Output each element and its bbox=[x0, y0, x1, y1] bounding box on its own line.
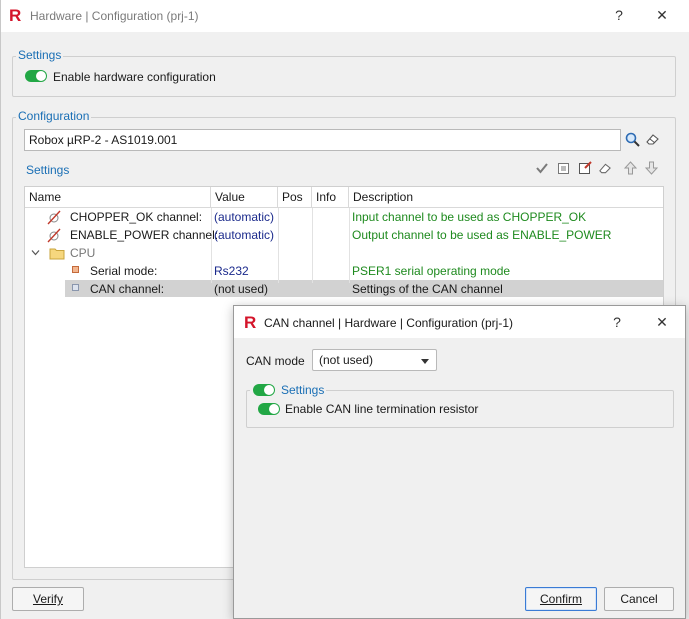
can-channel-dialog: R CAN channel | Hardware | Configuration… bbox=[233, 305, 686, 619]
row-description: Input channel to be used as CHOPPER_OK bbox=[352, 210, 587, 224]
column-header-description[interactable]: Description bbox=[349, 187, 663, 208]
verify-button-label: Verify bbox=[32, 592, 63, 606]
row-value: (not used) bbox=[214, 282, 269, 296]
verify-button[interactable]: Verify bbox=[12, 587, 84, 611]
confirm-button-label: Confirm bbox=[539, 592, 582, 606]
can-mode-value: (not used) bbox=[319, 353, 374, 367]
table-row[interactable]: Serial mode: Rs232 PSER1 serial operatin… bbox=[25, 262, 663, 280]
row-name: ENABLE_POWER channel: bbox=[70, 228, 219, 242]
row-value: Rs232 bbox=[214, 264, 249, 278]
enable-hardware-label: Enable hardware configuration bbox=[53, 70, 216, 84]
termination-resistor-toggle[interactable] bbox=[258, 403, 280, 415]
table-row[interactable]: ENABLE_POWER channel: (automatic) Output… bbox=[25, 226, 663, 244]
row-value: (automatic) bbox=[214, 228, 275, 242]
row-description: PSER1 serial operating mode bbox=[352, 264, 511, 278]
window-title: Hardware | Configuration (prj-1) bbox=[30, 9, 199, 23]
arrow-up-icon[interactable] bbox=[624, 161, 637, 175]
can-settings-toggle[interactable] bbox=[253, 384, 275, 396]
row-description: Settings of the CAN channel bbox=[352, 282, 503, 296]
disabled-channel-icon bbox=[47, 228, 61, 243]
configuration-group-title: Configuration bbox=[16, 109, 92, 123]
column-header-name[interactable]: Name bbox=[25, 187, 211, 208]
bullet-orange-icon bbox=[72, 266, 79, 273]
dialog-help-button[interactable]: ? bbox=[607, 314, 627, 330]
eraser-icon[interactable] bbox=[645, 133, 660, 146]
table-row[interactable]: CHOPPER_OK channel: (automatic) Input ch… bbox=[25, 208, 663, 226]
arrow-down-icon[interactable] bbox=[645, 161, 658, 175]
row-description: Output channel to be used as ENABLE_POWE… bbox=[352, 228, 612, 242]
disabled-channel-icon bbox=[47, 210, 61, 225]
row-name: CHOPPER_OK channel: bbox=[70, 210, 203, 224]
row-value: (automatic) bbox=[214, 210, 275, 224]
note-edit-icon[interactable] bbox=[578, 160, 593, 175]
can-mode-select[interactable]: (not used) bbox=[312, 349, 437, 371]
termination-resistor-label: Enable CAN line termination resistor bbox=[285, 402, 479, 416]
chevron-down-icon bbox=[421, 359, 429, 364]
bullet-gray-icon bbox=[72, 284, 79, 291]
can-settings-title: Settings bbox=[279, 383, 327, 397]
device-field[interactable]: Robox µRP-2 - AS1019.001 bbox=[24, 129, 621, 151]
search-icon[interactable] bbox=[625, 132, 640, 147]
image-edit-icon[interactable] bbox=[557, 161, 571, 175]
chevron-down-icon[interactable] bbox=[31, 249, 40, 257]
column-header-pos[interactable]: Pos bbox=[278, 187, 312, 208]
row-name: CAN channel: bbox=[90, 282, 165, 296]
column-header-value[interactable]: Value bbox=[211, 187, 278, 208]
close-button[interactable]: ✕ bbox=[652, 7, 672, 24]
confirm-button[interactable]: Confirm bbox=[525, 587, 597, 611]
window-titlebar: R Hardware | Configuration (prj-1) ? ✕ bbox=[1, 0, 689, 32]
eraser-icon[interactable] bbox=[598, 162, 612, 175]
folder-icon bbox=[49, 248, 65, 260]
enable-hardware-toggle[interactable] bbox=[25, 70, 47, 82]
settings-group-title: Settings bbox=[16, 48, 64, 62]
table-row[interactable]: CPU bbox=[25, 244, 663, 262]
settings-tree-title: Settings bbox=[26, 163, 70, 177]
check-icon[interactable] bbox=[535, 161, 549, 175]
app-logo: R bbox=[244, 313, 257, 332]
dialog-title: CAN channel | Hardware | Configuration (… bbox=[264, 316, 514, 330]
app-logo: R bbox=[9, 6, 22, 25]
cancel-button[interactable]: Cancel bbox=[604, 587, 674, 611]
row-name: Serial mode: bbox=[90, 264, 158, 278]
help-button[interactable]: ? bbox=[609, 7, 629, 23]
table-row[interactable]: CAN channel: (not used) Settings of the … bbox=[25, 280, 663, 297]
dialog-titlebar: R CAN channel | Hardware | Configuration… bbox=[234, 306, 685, 338]
row-name: CPU bbox=[70, 246, 96, 260]
column-header-info[interactable]: Info bbox=[312, 187, 349, 208]
can-mode-label: CAN mode bbox=[246, 354, 305, 368]
dialog-close-button[interactable]: ✕ bbox=[652, 314, 672, 331]
